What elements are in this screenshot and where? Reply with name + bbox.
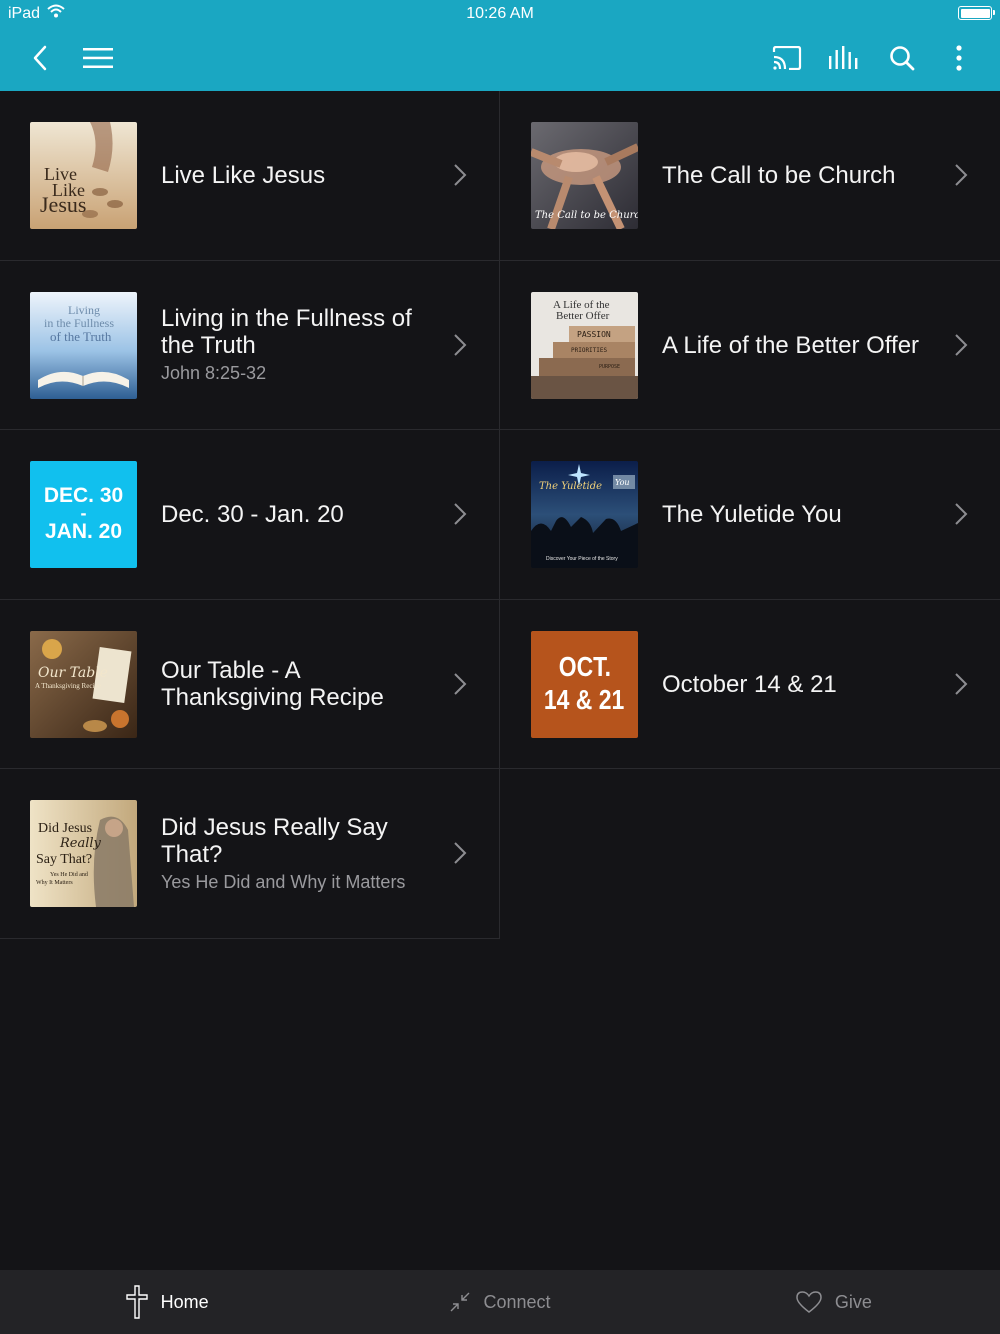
chevron-right-icon [454,333,467,356]
series-subtitle: John 8:25-32 [161,363,267,384]
chevron-right-icon [454,842,467,864]
search-button[interactable] [882,38,922,78]
connect-arrows-icon [450,1292,470,1312]
svg-text:Our Table: Our Table [38,665,108,681]
cast-icon [772,46,802,70]
svg-text:PASSION: PASSION [577,330,611,339]
series-title: Live Like Jesus [161,162,326,190]
series-grid: Live Like Jesus Live Like Jesus The Call… [0,91,1000,939]
series-item-living-in-fullness[interactable]: Living in the Fullness of the Truth Livi… [0,260,500,430]
series-title: The Call to be Church [662,162,896,190]
series-thumbnail: Living in the Fullness of the Truth [30,291,137,399]
svg-text:PURPOSE: PURPOSE [599,364,620,370]
series-title: Our Table - A Thanksgiving Recipe [161,657,384,712]
chevron-right-icon [955,672,968,695]
svg-text:PRIORITIES: PRIORITIES [571,347,608,354]
audio-bars-icon [829,46,858,69]
svg-text:Jesus: Jesus [40,192,86,217]
heart-icon [796,1291,822,1313]
series-thumbnail: Live Like Jesus [30,122,137,229]
audio-button[interactable] [824,38,864,78]
series-item-our-table[interactable]: Our Table A Thanksgiving Recipe Our Tabl… [0,599,500,769]
chevron-right-icon [955,503,968,525]
series-title: Living in the Fullness of the Truth [161,305,412,360]
top-bar: iPad 10:26 AM [0,0,1000,91]
series-title: October 14 & 21 [662,670,837,698]
back-button[interactable] [20,38,60,78]
svg-text:You: You [615,478,630,487]
empty-cell [500,769,1000,939]
hamburger-menu-icon [83,48,113,68]
svg-text:Say That?: Say That? [36,852,92,867]
tab-label: Home [160,1291,209,1312]
svg-text:Better Offer: Better Offer [556,310,610,322]
svg-text:of the Truth: of the Truth [50,329,112,344]
chevron-right-icon [955,164,968,186]
tab-bar: Home Connect Give [0,1270,1000,1334]
series-item-dec30-jan20[interactable]: DEC. 30 - JAN. 20 Dec. 30 - Jan. 20 [0,430,500,600]
svg-text:The Yuletide: The Yuletide [539,481,602,492]
tab-give[interactable]: Give [667,1270,1000,1334]
svg-text:Really: Really [59,836,102,851]
back-chevron-icon [33,45,47,71]
series-item-life-better-offer[interactable]: A Life of the Better Offer PASSION PRIOR… [500,261,1000,430]
svg-text:in the Fullness: in the Fullness [44,316,114,330]
series-title: The Yuletide You [662,501,842,529]
series-thumbnail: Did Jesus Really Say That? Yes He Did an… [30,800,137,907]
more-button[interactable] [939,38,979,78]
more-vertical-icon [956,45,962,71]
svg-text:Living: Living [68,303,100,317]
battery-icon [958,6,995,20]
series-subtitle: Yes He Did and Why it Matters [161,871,406,892]
chevron-right-icon [955,333,968,356]
menu-button[interactable] [78,38,118,78]
series-title: Did Jesus Really Say That? [161,813,388,868]
status-bar: iPad 10:26 AM [0,0,1000,28]
svg-text:Why It Matters: Why It Matters [36,880,73,886]
svg-text:Did Jesus: Did Jesus [38,821,92,836]
series-thumbnail: DEC. 30 - JAN. 20 [30,461,137,568]
cast-button[interactable] [767,38,807,78]
series-item-oct-14-21[interactable]: OCT. 14 & 21 October 14 & 21 [500,600,1000,769]
series-thumbnail: OCT. 14 & 21 [531,630,638,738]
tab-label: Give [834,1291,872,1312]
series-item-call-to-be-church[interactable]: The Call to be Church The Call to be Chu… [500,91,1000,261]
series-thumbnail: Our Table A Thanksgiving Recipe [30,630,137,738]
svg-text:Discover Your Piece of the Sto: Discover Your Piece of the Story [546,556,618,562]
series-title: Dec. 30 - Jan. 20 [161,501,344,529]
svg-text:A Thanksgiving Recipe: A Thanksgiving Recipe [35,682,101,690]
search-icon [890,46,915,71]
tab-connect[interactable]: Connect [333,1270,666,1334]
tab-home[interactable]: Home [0,1270,333,1334]
series-item-did-jesus-really[interactable]: Did Jesus Really Say That? Yes He Did an… [0,769,500,939]
series-thumbnail: The Call to be Church [531,122,638,229]
status-time: 10:26 AM [466,5,534,22]
series-title: A Life of the Better Offer [662,331,920,359]
chevron-right-icon [454,503,467,525]
chevron-right-icon [454,672,467,695]
series-thumbnail: The Yuletide You Discover Your Piece of … [531,461,638,568]
series-item-yuletide-you[interactable]: The Yuletide You Discover Your Piece of … [500,430,1000,600]
series-thumbnail: A Life of the Better Offer PASSION PRIOR… [531,291,638,399]
chevron-right-icon [454,164,467,186]
svg-text:The Call to be Church: The Call to be Church [535,210,638,221]
cross-icon [125,1285,148,1319]
svg-text:Yes He Did and: Yes He Did and [50,872,88,878]
tab-label: Connect [483,1291,551,1312]
series-item-live-like-jesus[interactable]: Live Like Jesus Live Like Jesus [0,91,500,261]
